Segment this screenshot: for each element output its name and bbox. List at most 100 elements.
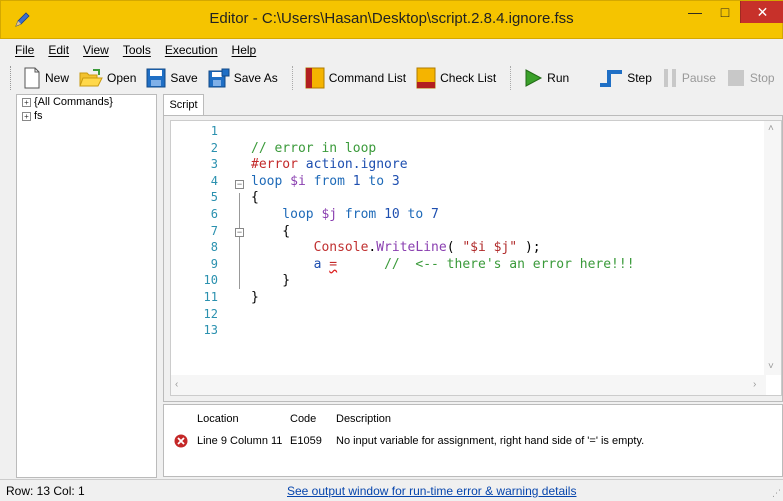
code-token: #error <box>251 157 298 173</box>
new-button[interactable]: New <box>19 64 73 92</box>
menu-file[interactable]: File <box>8 43 41 57</box>
line-number: 1 <box>210 124 218 138</box>
line-number: 4 <box>210 173 218 188</box>
line-number: 5 <box>210 190 218 205</box>
step-button[interactable]: Step <box>595 64 656 92</box>
scroll-up-icon[interactable]: ˄ <box>768 123 774 134</box>
line-number: 13 <box>203 323 218 338</box>
code-line: Console.WriteLine( "$i $j" ); <box>251 240 541 256</box>
toolbar-grip[interactable] <box>10 66 13 90</box>
error-list-header: Location Code Description <box>164 413 782 431</box>
new-label: New <box>45 71 70 85</box>
code-token: "$i $j" <box>462 240 518 256</box>
command-list-button[interactable]: Command List <box>301 64 410 92</box>
pause-button[interactable]: Pause <box>658 64 720 92</box>
save-button[interactable]: Save <box>142 64 201 92</box>
title-bar: Editor - C:\Users\Hasan\Desktop\script.2… <box>0 0 783 39</box>
tree-item-fs[interactable]: + fs <box>22 109 156 123</box>
code-token: from <box>337 207 385 222</box>
code-token: action.ignore <box>297 157 408 173</box>
save-as-label: Save As <box>233 71 278 85</box>
code-token: from <box>305 173 353 189</box>
code-line: loop $j from 10 to 7 <box>251 207 439 223</box>
column-description[interactable]: Description <box>336 413 391 425</box>
check-list-button[interactable]: Check List <box>412 64 500 92</box>
minimize-button[interactable]: — <box>680 1 710 23</box>
step-icon <box>600 70 623 87</box>
pause-label: Pause <box>681 71 716 85</box>
scroll-left-icon[interactable]: ‹ <box>175 379 178 390</box>
toolbar: New Open Save Save As Command List Check… <box>0 61 783 95</box>
expand-icon[interactable]: + <box>22 97 31 107</box>
tab-script[interactable]: Script <box>163 94 204 116</box>
save-as-icon <box>208 68 230 88</box>
menu-edit[interactable]: Edit <box>41 43 76 57</box>
stop-label: Stop <box>749 71 775 85</box>
menu-view[interactable]: View <box>76 43 116 57</box>
maximize-button[interactable]: □ <box>710 1 740 23</box>
toolbar-separator <box>291 66 293 90</box>
tree-item-all-commands[interactable]: + {All Commands} <box>22 95 156 109</box>
code-editor[interactable]: 1 2 3 4 5 6 7 8 9 10 11 12 13 − − // error in loop #e… <box>170 120 782 396</box>
step-label: Step <box>627 71 652 85</box>
code-line: { <box>251 190 259 206</box>
fold-guide <box>239 193 240 289</box>
line-number: 11 <box>203 290 218 304</box>
stop-button[interactable]: Stop <box>722 64 779 92</box>
pause-icon <box>663 69 676 87</box>
code-token: Console <box>251 240 369 256</box>
fold-toggle-icon[interactable]: − <box>235 228 244 237</box>
code-token: $j <box>321 207 338 222</box>
save-as-button[interactable]: Save As <box>204 64 282 92</box>
horizontal-scrollbar[interactable]: ‹ › <box>171 375 766 395</box>
expand-icon[interactable]: + <box>22 111 31 121</box>
code-token: a <box>251 256 330 272</box>
open-button[interactable]: Open <box>75 64 140 92</box>
vertical-scrollbar[interactable]: ˄ ˅ <box>764 121 781 375</box>
code-token: 10 <box>384 207 400 222</box>
tree-item-label: fs <box>34 110 43 122</box>
close-button[interactable]: ✕ <box>740 1 783 23</box>
resize-grip-icon[interactable]: ⋰ <box>772 488 781 499</box>
column-code[interactable]: Code <box>290 413 316 425</box>
run-button[interactable]: Run <box>519 64 573 92</box>
code-line: loop $i from 1 to 3 <box>251 174 400 190</box>
command-list-icon <box>305 67 325 89</box>
line-number: 6 <box>210 207 218 221</box>
code-token: // error in loop <box>251 140 377 156</box>
code-token: $i <box>290 173 306 189</box>
code-token: { <box>251 223 291 239</box>
error-icon <box>174 434 188 448</box>
fold-toggle-icon[interactable]: − <box>235 180 244 189</box>
column-location[interactable]: Location <box>197 413 239 425</box>
save-icon <box>146 68 166 88</box>
menu-execution[interactable]: Execution <box>158 43 225 57</box>
code-token: // <-- there's an error here!!! <box>337 256 635 272</box>
window-title: Editor - C:\Users\Hasan\Desktop\script.2… <box>209 10 574 27</box>
save-label: Save <box>170 71 198 85</box>
code-line: a = // <-- there's an error here!!! <box>251 257 635 273</box>
line-number: 12 <box>203 306 218 321</box>
error-description: No input variable for assignment, right … <box>336 435 645 447</box>
menu-tools[interactable]: Tools <box>116 43 158 57</box>
toolbar-separator-2 <box>510 66 512 90</box>
line-number: 10 <box>203 273 218 288</box>
code-token: ( <box>446 240 463 256</box>
code-line: // error in loop <box>251 141 376 157</box>
code-token: 3 <box>391 173 400 189</box>
run-label: Run <box>547 71 570 85</box>
error-list: Location Code Description Line 9 Column … <box>163 404 783 477</box>
error-code: E1059 <box>290 435 322 447</box>
scroll-right-icon[interactable]: › <box>753 379 756 390</box>
command-tree: + {All Commands} + fs <box>16 94 157 478</box>
error-row[interactable]: Line 9 Column 11 E1059 No input variable… <box>164 431 782 451</box>
menu-bar: File Edit View Tools Execution Help <box>0 39 783 61</box>
error-location: Line 9 Column 11 <box>197 435 283 447</box>
cursor-position: Row: 13 Col: 1 <box>6 484 85 498</box>
menu-help[interactable]: Help <box>225 43 264 57</box>
scroll-down-icon[interactable]: ˅ <box>768 361 774 372</box>
stop-icon <box>727 70 744 86</box>
output-window-link[interactable]: See output window for run-time error & w… <box>287 484 576 498</box>
code-token: to <box>399 207 432 222</box>
line-number: 2 <box>210 140 218 155</box>
